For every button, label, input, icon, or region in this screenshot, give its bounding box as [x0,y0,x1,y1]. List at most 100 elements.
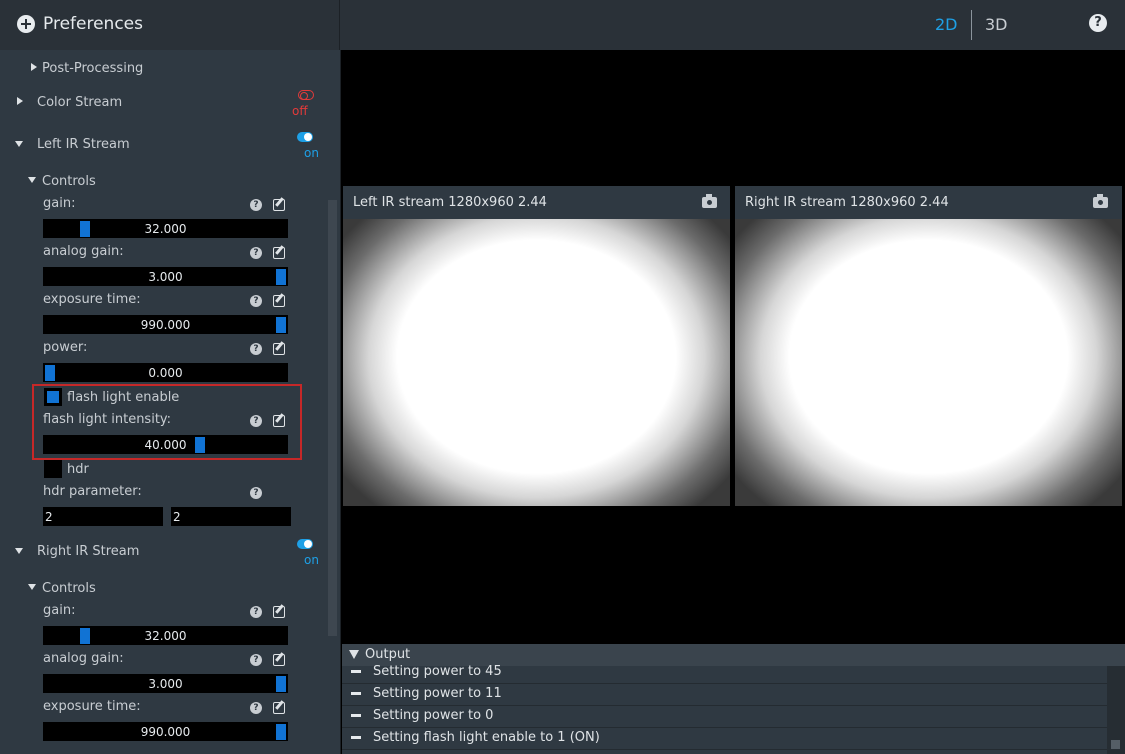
color-stream-section[interactable]: Color Stream [37,95,122,110]
slider-knob[interactable] [276,269,286,285]
right-ir-controls-section[interactable]: Controls [42,581,96,596]
exposure-time-label: exposure time: [43,292,141,307]
sidebar-scrollbar[interactable] [328,200,337,636]
view-2d-button[interactable]: 2D [935,15,958,34]
left-ir-controls-section[interactable]: Controls [42,174,96,189]
collapse-arrow-icon[interactable] [15,141,23,147]
exposure-time-slider[interactable]: 990.000 [43,722,288,741]
camera-icon[interactable] [1093,194,1108,208]
preferences-sidebar: Post-Processing Color Stream off Left IR… [0,50,341,754]
left-ir-stream-section[interactable]: Left IR Stream [37,137,130,152]
slider-knob[interactable] [80,221,90,237]
preferences-title: Preferences [43,14,143,34]
edit-icon[interactable] [273,343,285,355]
stream-title: Left IR stream 1280x960 2.44 [353,195,547,210]
right-ir-stream-view: Right IR stream 1280x960 2.44 [735,186,1122,506]
edit-icon[interactable] [273,295,285,307]
edit-icon[interactable] [273,606,285,618]
edit-icon[interactable] [273,654,285,666]
minus-icon [351,692,361,695]
log-text: Setting power to 0 [373,708,494,723]
collapse-arrow-icon[interactable] [349,650,359,659]
question-icon[interactable]: ? [250,487,262,499]
edit-icon[interactable] [273,702,285,714]
hdr-label: hdr [67,462,89,477]
right-ir-toggle-icon[interactable] [297,539,313,549]
view-3d-button[interactable]: 3D [985,15,1008,34]
right-ir-stream-section[interactable]: Right IR Stream [37,544,139,559]
stream-header: Left IR stream 1280x960 2.44 [343,186,730,219]
analog-gain-slider[interactable]: 3.000 [43,674,288,693]
analog-gain-label: analog gain: [43,244,124,259]
output-scrollbar[interactable] [1107,666,1125,754]
power-label: power: [43,340,88,355]
slider-knob[interactable] [195,437,205,453]
question-icon[interactable]: ? [250,295,262,307]
preferences-header[interactable]: Preferences [0,0,340,50]
question-icon[interactable]: ? [250,247,262,259]
edit-icon[interactable] [273,415,285,427]
output-panel: Output Setting power to 45 Setting power… [342,644,1125,754]
exposure-time-slider[interactable]: 990.000 [43,315,288,334]
color-stream-state: off [292,104,308,118]
hdr-checkbox[interactable] [44,460,62,478]
log-row[interactable]: Setting flash light enable to 1 (ON) [342,728,1107,750]
exposure-time-value: 990.000 [140,318,191,332]
analog-gain-label: analog gain: [43,651,124,666]
flash-light-intensity-slider[interactable]: 40.000 [43,435,288,454]
collapse-arrow-icon[interactable] [15,548,23,554]
power-slider[interactable]: 0.000 [43,363,288,382]
flash-light-intensity-value: 40.000 [144,438,187,452]
question-icon[interactable]: ? [250,199,262,211]
left-ir-toggle-icon[interactable] [297,132,313,142]
gain-label: gain: [43,603,76,618]
log-row[interactable]: Setting power to 11 [342,684,1107,706]
hdr-parameter-input-2[interactable]: 2 [171,507,291,526]
stream-image [343,219,730,506]
left-ir-state: on [304,146,319,160]
top-bar: Preferences 2D 3D ? [0,0,1125,50]
collapse-arrow-icon[interactable] [28,584,36,590]
gain-slider[interactable]: 32.000 [43,219,288,238]
analog-gain-slider[interactable]: 3.000 [43,267,288,286]
stream-image [735,219,1122,506]
output-title: Output [365,647,411,662]
edit-icon[interactable] [273,199,285,211]
exposure-time-value: 990.000 [140,725,191,739]
flash-light-enable-checkbox[interactable] [44,388,62,406]
right-ir-state: on [304,553,319,567]
slider-knob[interactable] [276,317,286,333]
analog-gain-value: 3.000 [148,270,183,284]
power-value: 0.000 [148,366,183,380]
question-icon[interactable]: ? [250,654,262,666]
slider-knob[interactable] [276,676,286,692]
hdr-parameter-input-1[interactable]: 2 [43,507,163,526]
expand-arrow-icon[interactable] [17,97,23,105]
color-stream-toggle-icon[interactable] [298,90,314,100]
minus-icon [351,736,361,739]
question-icon[interactable]: ? [250,343,262,355]
log-row[interactable]: Setting power to 45 [342,662,1107,684]
gain-slider[interactable]: 32.000 [43,626,288,645]
slider-knob[interactable] [80,628,90,644]
exposure-time-label: exposure time: [43,699,141,714]
slider-knob[interactable] [276,724,286,740]
collapse-arrow-icon[interactable] [28,177,36,183]
question-icon[interactable]: ? [250,606,262,618]
log-text: Setting power to 45 [373,664,502,679]
slider-knob[interactable] [45,365,55,381]
plus-circle-icon[interactable] [17,15,35,33]
camera-icon[interactable] [702,194,717,208]
question-icon[interactable]: ? [250,415,262,427]
flash-light-intensity-label: flash light intensity: [43,412,172,427]
post-processing-section[interactable]: Post-Processing [42,61,143,76]
expand-arrow-icon[interactable] [31,63,37,71]
stream-header: Right IR stream 1280x960 2.44 [735,186,1122,219]
log-row[interactable]: Setting power to 0 [342,706,1107,728]
log-text: Setting power to 11 [373,686,502,701]
minus-icon [351,670,361,673]
resize-grip-icon[interactable] [1111,740,1120,749]
help-icon[interactable]: ? [1089,14,1107,32]
edit-icon[interactable] [273,247,285,259]
question-icon[interactable]: ? [250,702,262,714]
